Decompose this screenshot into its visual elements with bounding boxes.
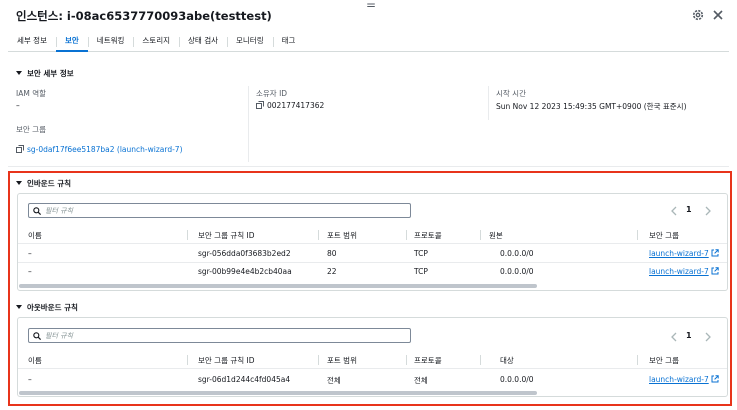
close-icon[interactable]: [711, 8, 725, 22]
owner-id-text: 002177417362: [267, 101, 325, 110]
tab-details[interactable]: 세부 정보: [8, 32, 56, 52]
copy-icon[interactable]: [16, 145, 24, 153]
iam-role-label: IAM 역할: [16, 89, 46, 98]
column-divider: [488, 86, 489, 120]
tab-monitoring[interactable]: 모니터링: [227, 32, 273, 52]
panel-header: 인스턴스: i-08ac6537770093abe(testtest) =: [0, 0, 737, 32]
highlight-box: [8, 171, 732, 406]
launch-time-value: Sun Nov 12 2023 15:49:35 GMT+0900 (한국 표준…: [496, 102, 687, 111]
owner-id-value: 002177417362: [256, 101, 324, 110]
tab-tags[interactable]: 태그: [272, 32, 305, 52]
launch-time-label: 시작 시간: [496, 89, 526, 98]
security-group-value: sg-0daf17f6ee5187ba2 (launch-wizard-7): [16, 145, 183, 154]
gear-icon[interactable]: [691, 8, 705, 22]
security-details-title: 보안 세부 정보: [27, 69, 74, 78]
tab-status-checks[interactable]: 상태 검사: [179, 32, 227, 52]
drag-handle-icon[interactable]: =: [366, 0, 376, 12]
tab-networking[interactable]: 네트워킹: [87, 32, 134, 52]
owner-id-label: 소유자 ID: [256, 89, 288, 98]
tab-security[interactable]: 보안: [55, 32, 88, 52]
security-groups-label: 보안 그룹: [16, 125, 46, 134]
iam-role-value: –: [16, 101, 20, 110]
tab-storage[interactable]: 스토리지: [133, 32, 179, 52]
copy-icon[interactable]: [256, 101, 264, 109]
security-details-toggle[interactable]: 보안 세부 정보: [16, 68, 74, 79]
section-divider: [8, 166, 729, 167]
tab-bar: 세부 정보 보안 네트워킹 스토리지 상태 검사 모니터링 태그: [8, 32, 729, 52]
security-group-link[interactable]: sg-0daf17f6ee5187ba2 (launch-wizard-7): [27, 145, 183, 154]
page-title: 인스턴스: i-08ac6537770093abe(testtest): [16, 9, 272, 23]
caret-down-icon: [16, 71, 22, 75]
column-divider: [248, 86, 249, 162]
